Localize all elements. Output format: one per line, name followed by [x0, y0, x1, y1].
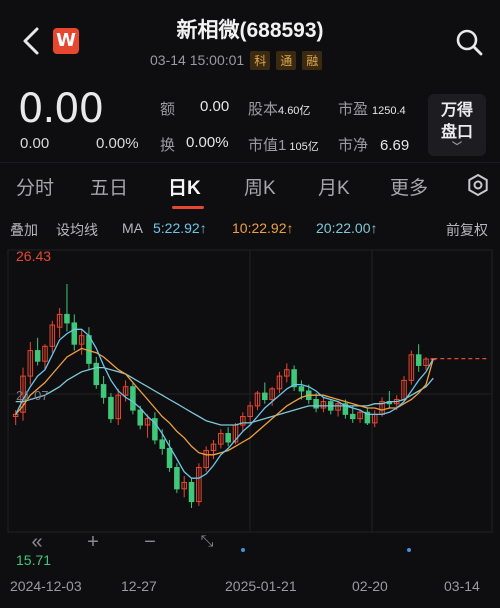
candle-body	[130, 386, 136, 411]
stat-turnover-value: 0.00%	[186, 134, 229, 151]
chart-mid-label: 21.07	[16, 388, 49, 403]
date-tick-3: 2025-01-21	[225, 578, 297, 594]
candle-body	[349, 413, 356, 420]
candle-body	[71, 322, 78, 345]
ma5-value: 5:22.92↑	[153, 220, 207, 236]
quote-datetime: 03-14 15:00:01	[150, 52, 245, 68]
tab-monthly-k[interactable]: 月K	[318, 173, 350, 200]
tab-daily-k[interactable]: 日K	[168, 173, 201, 200]
chart-high-label: 26.43	[16, 248, 52, 264]
stat-pe: 市盈 1250.4	[338, 101, 406, 118]
period-tabs: 分时 五日 日K 周K 月K 更多	[0, 162, 500, 210]
candle-body	[225, 433, 231, 443]
tag-star-market: 科	[250, 50, 271, 70]
active-tab-indicator	[172, 206, 204, 209]
ma5-line	[15, 328, 434, 479]
fullscreen-icon[interactable]: ⤡	[194, 529, 220, 555]
ma20-line	[15, 366, 434, 426]
date-tick-5: 03-14	[444, 578, 480, 594]
overlay-button[interactable]: 叠加	[10, 220, 38, 240]
ma20-value: 20:22.00↑	[316, 220, 378, 236]
candle-body	[188, 481, 195, 503]
candle-body	[262, 392, 268, 400]
ma10-value: 10:22.92↑	[232, 220, 294, 236]
candle-body	[34, 350, 41, 362]
candle-body	[166, 447, 173, 469]
tag-margin: 融	[302, 50, 323, 70]
candle-body	[298, 386, 305, 392]
tab-intraday[interactable]: 分时	[16, 173, 54, 200]
tab-five-day[interactable]: 五日	[90, 173, 128, 200]
zoom-in-icon[interactable]: +	[80, 529, 106, 555]
zoom-out-icon[interactable]: −	[137, 529, 163, 555]
chevron-down-icon: ﹀	[452, 142, 462, 153]
date-tick-4: 02-20	[352, 578, 388, 594]
settings-gear-icon[interactable]	[466, 173, 490, 197]
date-tick-1: 2024-12-03	[10, 578, 82, 594]
indicator-row: 叠加 设均线 MA 5:22.92↑ 10:22.92↑ 20:22.00↑ 前…	[0, 214, 500, 242]
search-icon[interactable]	[454, 27, 484, 57]
candlestick-chart[interactable]	[0, 244, 500, 580]
candle-body	[108, 396, 114, 420]
header: W 新相微(688593) 03-14 15:00:01 科 通 融	[0, 0, 500, 80]
candle-body	[174, 467, 180, 490]
adjust-type-button[interactable]: 前复权	[446, 220, 488, 240]
ma10-line	[15, 347, 434, 456]
set-ma-button[interactable]: 设均线	[56, 220, 98, 240]
stat-equity: 股本4.60亿	[248, 101, 311, 118]
wind-depth-button[interactable]: 万得 盘口 ﹀	[428, 94, 486, 156]
candle-body	[313, 398, 319, 409]
date-tick-2: 12-27	[121, 578, 157, 594]
tag-connect: 通	[276, 50, 297, 70]
price-change-pct: 0.00%	[96, 135, 139, 152]
scroll-left-icon[interactable]: «	[24, 529, 50, 555]
event-marker	[241, 548, 245, 552]
candle-body	[93, 362, 100, 386]
price-change: 0.00	[20, 135, 50, 152]
stat-amount-value: 0.00	[200, 98, 230, 115]
wind-depth-label-1: 万得	[440, 102, 473, 119]
event-marker	[407, 548, 411, 552]
stat-turnover: 换	[160, 137, 176, 154]
stat-amount: 额	[160, 101, 176, 118]
candle-body	[64, 313, 70, 324]
candle-body	[159, 439, 165, 449]
tab-weekly-k[interactable]: 周K	[244, 173, 276, 200]
wind-depth-label-2: 盘口	[440, 124, 473, 141]
current-price: 0.00	[18, 86, 104, 132]
stat-pb: 市净 6.69	[338, 137, 410, 154]
candle-body	[415, 354, 422, 366]
tab-more[interactable]: 更多	[390, 173, 428, 200]
candle-body	[100, 384, 107, 398]
stat-mktcap: 市值1 105亿	[248, 137, 319, 154]
stock-title: 新相微(688593)	[176, 19, 324, 42]
subline: 03-14 15:00:01 科 通 融	[150, 50, 323, 70]
candle-body	[137, 409, 144, 426]
ma-label: MA	[122, 220, 143, 236]
